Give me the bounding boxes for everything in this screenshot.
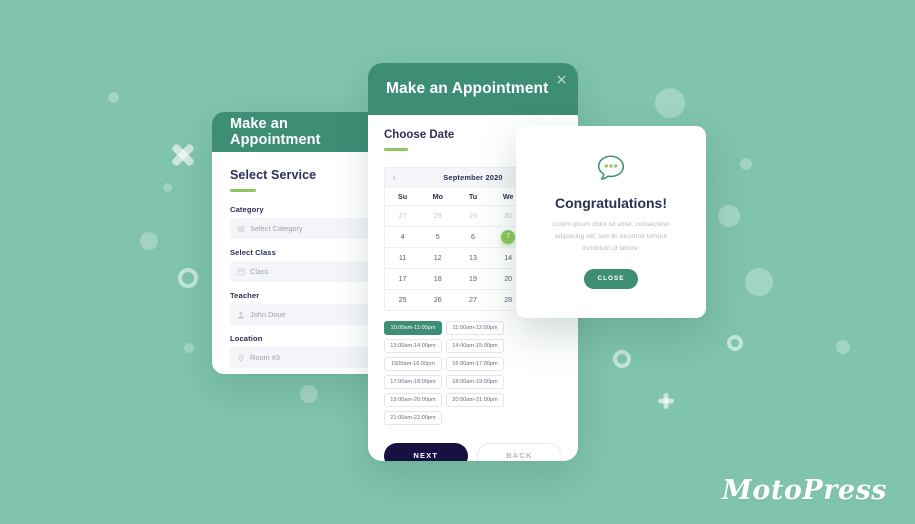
next-button[interactable]: NEXT bbox=[384, 442, 468, 461]
field-group-location: Location Room #3 bbox=[230, 334, 379, 368]
dot-decoration bbox=[740, 158, 752, 170]
time-slot[interactable]: 19:00am-20:00pm bbox=[384, 392, 442, 407]
dot-decoration bbox=[745, 268, 773, 296]
field-value-category: Select Category bbox=[250, 224, 303, 233]
time-slot[interactable]: 13:00am-14:00pm bbox=[384, 338, 442, 353]
plus-decoration-icon bbox=[655, 390, 677, 412]
cross-decoration-icon bbox=[168, 140, 198, 170]
calendar-day[interactable]: 18 bbox=[420, 267, 456, 289]
user-icon bbox=[238, 311, 244, 318]
dot-decoration bbox=[655, 88, 685, 118]
field-label-class: Select Class bbox=[230, 248, 276, 257]
calendar-day: 29 bbox=[455, 204, 491, 226]
dot-decoration bbox=[300, 385, 318, 403]
ring-decoration bbox=[727, 335, 743, 351]
calendar-day[interactable]: 25 bbox=[385, 288, 421, 310]
calendar-day[interactable]: 17 bbox=[385, 267, 421, 289]
congratulations-body: Congratulations! Lorem ipsum dolor sit a… bbox=[516, 126, 706, 289]
location-input[interactable]: Room #3 bbox=[230, 347, 379, 368]
time-slot[interactable]: 11:00am-12:00pm bbox=[446, 320, 504, 335]
calendar-day[interactable]: 6 bbox=[455, 225, 491, 247]
mid-card-header: Make an Appointment bbox=[368, 63, 578, 115]
dot-decoration bbox=[836, 340, 850, 354]
close-icon[interactable] bbox=[556, 74, 567, 85]
calendar-day[interactable]: 12 bbox=[420, 246, 456, 268]
dot-decoration bbox=[140, 232, 158, 250]
left-card-title: Make an Appointment bbox=[230, 116, 321, 148]
calendar-day[interactable]: 11 bbox=[385, 246, 421, 268]
calendar-weekday: Mo bbox=[432, 191, 443, 201]
calendar-day: 27 bbox=[385, 204, 421, 226]
calendar-day-label: 7 bbox=[501, 229, 516, 244]
dot-decoration bbox=[108, 92, 119, 103]
time-slot[interactable]: 20:00am-21:00pm bbox=[446, 392, 504, 407]
time-slot[interactable]: 18:00am-19:00pm bbox=[446, 374, 504, 389]
select-class-input[interactable]: Class bbox=[230, 261, 379, 282]
list-icon bbox=[237, 226, 245, 231]
field-group-teacher: Teacher John Doue bbox=[230, 291, 379, 325]
calendar-day[interactable]: 13 bbox=[455, 246, 491, 268]
calendar-day[interactable]: 5 bbox=[420, 225, 456, 247]
choose-date-underline bbox=[384, 148, 408, 151]
congratulations-title: Congratulations! bbox=[555, 195, 667, 211]
calendar-weekday: Tu bbox=[468, 191, 478, 201]
time-slot[interactable]: 17:00am-18:00pm bbox=[384, 374, 442, 389]
back-button[interactable]: BACK bbox=[476, 442, 562, 461]
field-label-teacher: Teacher bbox=[230, 291, 260, 300]
congratulations-text: Lorem ipsum dolor sit amet, consectetur … bbox=[552, 221, 670, 253]
teacher-input[interactable]: John Doue bbox=[230, 304, 379, 325]
motopress-logo: MotoPress bbox=[722, 475, 887, 506]
congratulations-modal: Congratulations! Lorem ipsum dolor sit a… bbox=[516, 126, 706, 318]
close-button[interactable]: CLOSE bbox=[584, 268, 638, 289]
select-category-input[interactable]: Select Category bbox=[230, 218, 379, 239]
calendar-day[interactable]: 19 bbox=[455, 267, 491, 289]
ring-decoration bbox=[613, 350, 631, 368]
chat-bubble-icon bbox=[597, 155, 625, 180]
time-slot-list: 10:00am-11:00pm 11:00am-12:00pm 13:00am-14… bbox=[384, 320, 562, 425]
select-service-title: Select Service bbox=[230, 168, 317, 182]
ring-decoration bbox=[178, 268, 198, 288]
grid-icon bbox=[237, 268, 245, 275]
field-value-class: Class bbox=[250, 267, 269, 276]
dot-decoration bbox=[718, 205, 740, 227]
calendar-weekday: Su bbox=[398, 191, 408, 201]
title-underline bbox=[230, 189, 256, 192]
time-slot[interactable]: 16:00am-17:00pm bbox=[446, 356, 504, 371]
field-group-category: Category Select Category bbox=[230, 205, 379, 239]
field-label-location: Location bbox=[230, 334, 263, 343]
dot-decoration bbox=[184, 343, 194, 353]
calendar-day[interactable]: 27 bbox=[455, 288, 491, 310]
field-group-class: Select Class Class bbox=[230, 248, 379, 282]
calendar-day[interactable]: 4 bbox=[385, 225, 421, 247]
dot-decoration bbox=[163, 183, 172, 192]
mid-card-title: Make an Appointment bbox=[386, 80, 549, 97]
time-slot[interactable]: 21:00am-22:00pm bbox=[384, 410, 442, 425]
time-slot-selected[interactable]: 10:00am-11:00pm bbox=[384, 320, 442, 335]
field-value-location: Room #3 bbox=[250, 353, 280, 362]
field-value-teacher: John Doue bbox=[250, 310, 286, 319]
time-slot[interactable]: 14:00am-15:00pm bbox=[446, 338, 504, 353]
location-pin-icon bbox=[238, 353, 244, 362]
field-label-category: Category bbox=[230, 205, 264, 214]
calendar-day: 28 bbox=[420, 204, 456, 226]
time-slot[interactable]: 1500am-16:00pm bbox=[384, 356, 442, 371]
calendar-day[interactable]: 26 bbox=[420, 288, 456, 310]
form-actions: NEXT BACK bbox=[384, 442, 562, 461]
